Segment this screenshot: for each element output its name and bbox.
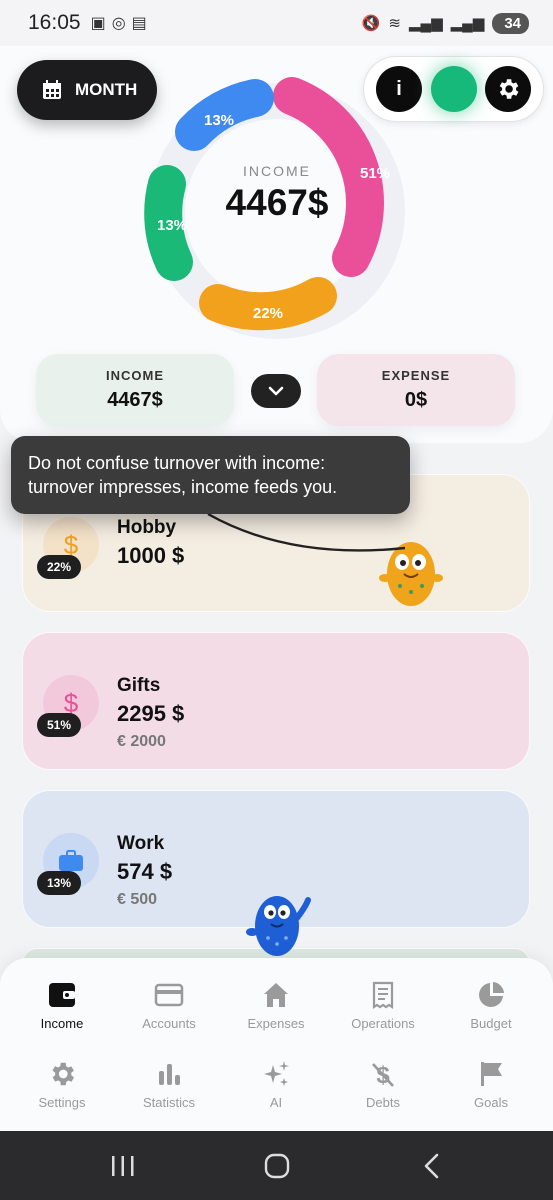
pie-chart-icon [479, 982, 504, 1007]
work-name: Work [117, 833, 165, 854]
nav-budget-label: Budget [470, 1016, 512, 1031]
screenshot-icon: ▣ [90, 15, 106, 32]
month-button[interactable]: MONTH [17, 60, 157, 120]
sparkle-icon [264, 1061, 289, 1086]
hobby-name: Hobby [117, 517, 177, 538]
wallet-icon [49, 983, 75, 1007]
system-navigation-bar [0, 1131, 553, 1200]
home-button-icon[interactable] [264, 1153, 290, 1179]
nav-expenses[interactable]: Expenses [221, 980, 331, 1031]
nav-income[interactable]: Income [7, 980, 117, 1031]
work-amount: 574 $ [117, 859, 173, 884]
nav-ai-label: AI [269, 1095, 283, 1110]
tooltip-connector [207, 512, 406, 552]
recent-apps-icon[interactable] [110, 1155, 136, 1177]
hobby-percent-badge: 22% [37, 555, 81, 579]
nav-goals[interactable]: Goals [436, 1059, 546, 1110]
donut-label-13b: 13% [204, 112, 234, 129]
nav-accounts-label: Accounts [142, 1016, 196, 1031]
hobby-amount: 1000 $ [117, 543, 185, 568]
nav-debts-label: Debts [366, 1095, 400, 1110]
bar-chart-icon [159, 1064, 180, 1085]
nav-operations-label: Operations [351, 1016, 415, 1031]
system-icons: 🔇 ≋ ▂▄▆ ▂▄▆ 34 [361, 12, 529, 34]
notification-icons: ▣ ◎ ▤ [91, 13, 147, 33]
nav-operations[interactable]: Operations [328, 980, 438, 1031]
flag-icon [481, 1062, 502, 1086]
gifts-amount: 2295 $ [117, 701, 185, 726]
gifts-name: Gifts [117, 675, 161, 696]
nav-settings-label: Settings [38, 1095, 86, 1110]
nav-budget[interactable]: Budget [436, 980, 546, 1031]
donut-center-value: 4467$ [225, 182, 329, 223]
whatsapp-icon: ◎ [111, 15, 126, 32]
calendar-icon [43, 80, 61, 99]
wifi-icon: ≋ [388, 15, 401, 32]
donut-label-22: 22% [253, 305, 283, 322]
nav-expenses-label: Expenses [247, 1016, 305, 1031]
nav-statistics-label: Statistics [142, 1095, 195, 1110]
nav-ai[interactable]: AI [221, 1059, 331, 1110]
tip-tooltip: Do not confuse turnover with income: tur… [11, 436, 410, 514]
expense-summary-value: 0$ [404, 389, 428, 411]
credit-card-icon [154, 983, 184, 1007]
work-percent-badge: 13% [37, 871, 81, 895]
back-icon[interactable] [422, 1153, 442, 1179]
nav-settings[interactable]: Settings [7, 1059, 117, 1110]
nav-debts[interactable]: $ Debts [328, 1059, 438, 1110]
status-bar: 16:05 ▣ ◎ ▤ 🔇 ≋ ▂▄▆ ▂▄▆ 34 [0, 0, 553, 46]
signal-icon-2: ▂▄▆ [450, 15, 485, 32]
expense-summary-label: EXPENSE [381, 368, 451, 383]
home-icon [264, 983, 288, 1007]
gifts-percent-badge: 51% [37, 713, 81, 737]
work-planned: € 500 [117, 891, 158, 908]
nav-accounts[interactable]: Accounts [114, 980, 224, 1031]
bottom-navigation: Income Accounts Expenses Operations Budg… [0, 958, 553, 1131]
income-summary-value: 4467$ [107, 389, 163, 411]
chevron-down-icon [268, 386, 284, 396]
category-card-gifts[interactable]: $ 51% Gifts 2295 $ € 2000 [22, 632, 530, 770]
expand-toggle-button[interactable] [251, 374, 301, 408]
donut-center-label: INCOME [243, 163, 311, 179]
receipt-icon [372, 981, 394, 1010]
month-label: MONTH [75, 80, 138, 99]
expense-summary-pill[interactable]: EXPENSE 0$ [317, 354, 515, 426]
gear-icon [499, 79, 519, 99]
status-time: 16:05 [28, 11, 81, 34]
settings-button[interactable] [485, 66, 531, 112]
gifts-planned: € 2000 [117, 733, 166, 750]
signal-icon: ▂▄▆ [408, 15, 443, 32]
nav-goals-label: Goals [474, 1095, 508, 1110]
money-off-icon: $ [372, 1062, 394, 1089]
income-summary-label: INCOME [106, 368, 164, 383]
briefcase-icon [59, 850, 83, 871]
blue-mascot [246, 896, 311, 956]
app-icon: ▤ [131, 15, 147, 32]
settings-gear-icon [52, 1062, 74, 1086]
battery-indicator: 34 [492, 12, 529, 34]
mute-icon: 🔇 [361, 15, 381, 32]
nav-income-label: Income [40, 1016, 84, 1031]
status-indicator-button[interactable] [431, 66, 477, 112]
income-summary-pill[interactable]: INCOME 4467$ [36, 354, 234, 426]
nav-statistics[interactable]: Statistics [114, 1059, 224, 1110]
